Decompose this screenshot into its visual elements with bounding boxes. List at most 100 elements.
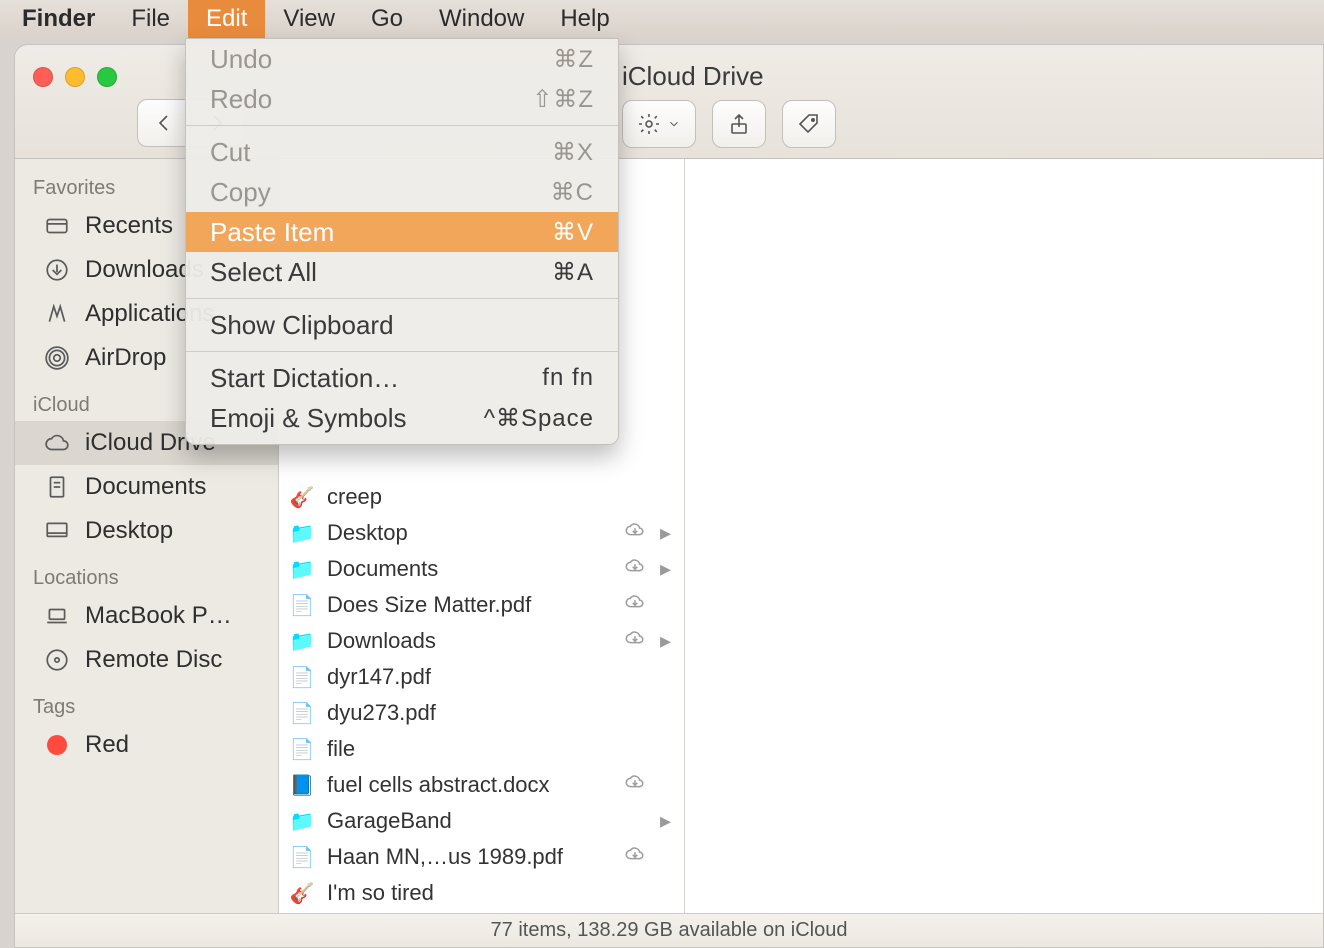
menu-item-cut: Cut ⌘X: [186, 132, 618, 172]
cloud-download-icon[interactable]: [622, 771, 648, 799]
file-name: Haan MN,…us 1989.pdf: [327, 844, 610, 870]
menu-item-label: Start Dictation…: [210, 363, 399, 394]
file-row[interactable]: 📘 fuel cells abstract.docx: [279, 767, 684, 803]
preview-column: [685, 159, 1323, 913]
disclosure-chevron-icon: ▸: [660, 808, 674, 834]
status-storage: 138.29 GB available on iCloud: [577, 919, 847, 942]
action-menu-button[interactable]: [622, 100, 696, 148]
file-icon: 🎸: [289, 880, 315, 906]
applications-icon: [43, 300, 71, 328]
share-button[interactable]: [712, 100, 766, 148]
file-row[interactable]: 📁Downloads▸: [279, 623, 684, 659]
menu-item-select-all[interactable]: Select All ⌘A: [186, 252, 618, 292]
file-name: dyu273.pdf: [327, 700, 610, 726]
folder-icon: 📁: [289, 808, 315, 834]
file-row[interactable]: 📄 dyu273.pdf: [279, 695, 684, 731]
back-button[interactable]: [137, 99, 191, 147]
file-name: Desktop: [327, 520, 610, 546]
menu-separator: [186, 298, 618, 299]
cloud-download-icon[interactable]: [622, 555, 648, 583]
menu-item-shortcut: ⌘V: [552, 218, 594, 247]
menubar-item-edit[interactable]: Edit: [188, 0, 265, 38]
file-name: creep: [327, 484, 610, 510]
file-row[interactable]: 🎸 I'm so tired: [279, 875, 684, 911]
desktop-icon: [43, 517, 71, 545]
edit-menu-dropdown: Undo⌘ZRedo⇧⌘ZCut⌘XCopy⌘CPaste Item⌘VSele…: [185, 38, 619, 445]
documents-icon: [43, 473, 71, 501]
system-menubar: Finder FileEditViewGoWindowHelp: [0, 0, 1324, 38]
menu-item-shortcut: fn fn: [542, 364, 594, 392]
menu-item-label: Emoji & Symbols: [210, 403, 407, 434]
file-icon: 📘: [289, 772, 315, 798]
cloud-download-icon[interactable]: [622, 591, 648, 619]
maximize-button[interactable]: [97, 67, 117, 87]
folder-icon: 📁: [289, 556, 315, 582]
menu-item-label: Show Clipboard: [210, 310, 394, 341]
cloud-download-icon[interactable]: [622, 519, 648, 547]
menu-item-label: Redo: [210, 84, 272, 115]
menu-item-shortcut: ⌘X: [552, 138, 594, 167]
downloads-icon: [43, 256, 71, 284]
file-icon: 📄: [289, 736, 315, 762]
disclosure-chevron-icon: ▸: [660, 628, 674, 654]
file-icon: 📄: [289, 592, 315, 618]
menu-item-copy: Copy⌘C: [186, 172, 618, 212]
file-row[interactable]: 📄file: [279, 731, 684, 767]
sidebar-item-macbook-p-[interactable]: MacBook P…: [15, 594, 278, 638]
menu-item-shortcut: ⌘A: [552, 258, 594, 287]
menu-item-paste-item[interactable]: Paste Item ⌘V: [186, 212, 618, 252]
window-controls: [33, 67, 117, 87]
menu-item-redo: Redo ⇧⌘Z: [186, 79, 618, 119]
file-icon: 📄: [289, 700, 315, 726]
file-name: fuel cells abstract.docx: [327, 772, 610, 798]
menubar-item-view[interactable]: View: [265, 0, 353, 38]
file-row[interactable]: 📄Does Size Matter.pdf: [279, 587, 684, 623]
sidebar-item-label: Remote Disc: [85, 646, 222, 674]
gear-icon: [637, 112, 661, 136]
cloud-download-icon[interactable]: [622, 627, 648, 655]
file-row[interactable]: 📄 Haan MN,…us 1989.pdf: [279, 839, 684, 875]
sidebar-item-desktop[interactable]: Desktop: [15, 509, 278, 553]
sidebar-item-red[interactable]: Red: [15, 723, 278, 767]
file-row[interactable]: 🎸 creep: [279, 479, 684, 515]
sidebar-section-locations: Locations: [15, 553, 278, 594]
menu-item-label: Paste Item: [210, 217, 334, 248]
menu-item-label: Cut: [210, 137, 250, 168]
file-icon: 📄: [289, 844, 315, 870]
status-bar: 77 items , 138.29 GB available on iCloud: [15, 913, 1323, 947]
close-button[interactable]: [33, 67, 53, 87]
airdrop-icon: [43, 344, 71, 372]
file-row[interactable]: 📄dyr147.pdf: [279, 659, 684, 695]
file-name: I'm so tired: [327, 880, 610, 906]
menubar-item-window[interactable]: Window: [421, 0, 542, 38]
menu-item-start-dictation-[interactable]: Start Dictation… fn fn: [186, 358, 618, 398]
chevron-down-icon: [667, 112, 681, 136]
minimize-button[interactable]: [65, 67, 85, 87]
sidebar-item-remote-disc[interactable]: Remote Disc: [15, 638, 278, 682]
menubar-app-name[interactable]: Finder: [4, 0, 113, 38]
sidebar-item-label: Desktop: [85, 517, 173, 545]
menu-item-show-clipboard[interactable]: Show Clipboard: [186, 305, 618, 345]
tag-icon: [797, 112, 821, 136]
cloud-download-icon[interactable]: [622, 843, 648, 871]
file-icon: 🎸: [289, 484, 315, 510]
sidebar-section-tags: Tags: [15, 682, 278, 723]
folder-icon: 📁: [289, 628, 315, 654]
menu-item-emoji-symbols[interactable]: Emoji & Symbols^⌘Space: [186, 398, 618, 438]
sidebar-item-label: MacBook P…: [85, 602, 232, 630]
menu-item-shortcut: ⇧⌘Z: [532, 85, 594, 114]
recents-icon: [43, 212, 71, 240]
menu-item-shortcut: ⌘Z: [553, 45, 594, 74]
menu-item-label: Select All: [210, 257, 317, 288]
file-name: GarageBand: [327, 808, 610, 834]
status-item-count: 77 items: [491, 919, 567, 942]
laptop-icon: [43, 602, 71, 630]
file-row[interactable]: 📁Documents▸: [279, 551, 684, 587]
file-row[interactable]: 📁Desktop▸: [279, 515, 684, 551]
menubar-item-file[interactable]: File: [113, 0, 188, 38]
tags-button[interactable]: [782, 100, 836, 148]
menubar-item-help[interactable]: Help: [542, 0, 627, 38]
file-row[interactable]: 📁 GarageBand ▸: [279, 803, 684, 839]
menubar-item-go[interactable]: Go: [353, 0, 421, 38]
sidebar-item-documents[interactable]: Documents: [15, 465, 278, 509]
